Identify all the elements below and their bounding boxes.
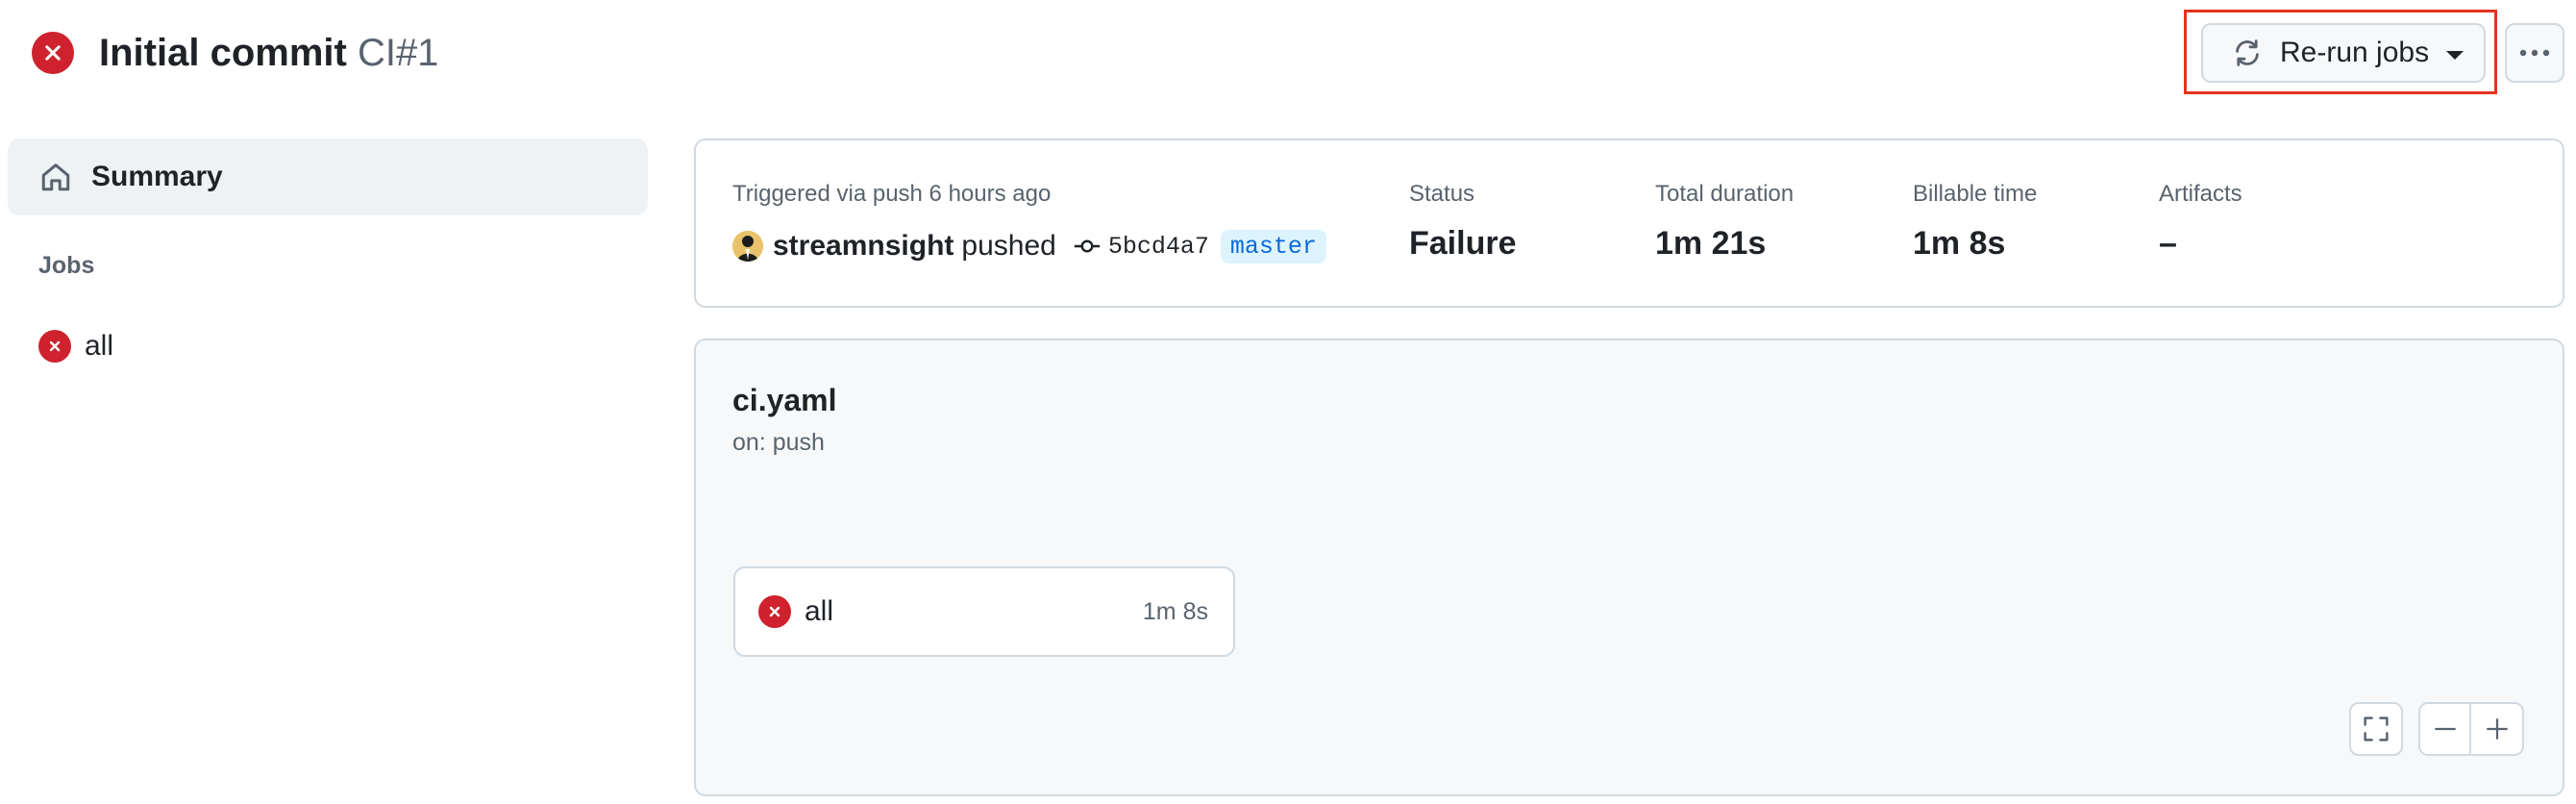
screen-full-icon — [2364, 716, 2389, 741]
jobs-heading: Jobs — [38, 252, 95, 279]
sidebar-item-summary[interactable]: Summary — [8, 138, 648, 215]
dash-icon — [2434, 727, 2456, 731]
run-summary-card — [694, 138, 2564, 308]
graph-job-node-all[interactable]: all 1m 8s — [733, 566, 1235, 657]
zoom-out-button[interactable] — [2418, 702, 2471, 756]
x-circle-fill-icon — [758, 595, 791, 628]
workflow-file-name: ci.yaml — [732, 383, 837, 417]
workflow-trigger: on: push — [732, 429, 825, 456]
billable-time-label: Billable time — [1913, 181, 2038, 207]
actor-link[interactable]: streamnsight — [773, 230, 954, 263]
total-duration-value[interactable]: 1m 21s — [1655, 225, 1766, 263]
commit-sha-link[interactable]: 5bcd4a7 — [1108, 233, 1209, 261]
failure-status-icon — [32, 32, 74, 74]
sidebar-job-label: all — [85, 330, 114, 362]
avatar[interactable] — [732, 231, 763, 262]
trigger-row: streamnsight pushed 5bcd4a7 master — [732, 227, 1326, 265]
graph-job-name: all — [805, 595, 834, 627]
rerun-jobs-button[interactable]: Re-run jobs — [2201, 23, 2486, 83]
fullscreen-button[interactable] — [2349, 702, 2403, 756]
sidebar-summary-label: Summary — [91, 161, 223, 192]
zoom-controls — [2418, 702, 2524, 756]
sidebar-item-job-all[interactable]: all — [19, 323, 634, 369]
artifacts-label: Artifacts — [2159, 181, 2242, 207]
rerun-jobs-label: Re-run jobs — [2280, 37, 2430, 68]
triangle-down-icon — [2446, 50, 2465, 60]
billable-time-value[interactable]: 1m 8s — [1913, 225, 2005, 263]
page-title: Initial commit CI#1 — [99, 27, 438, 79]
x-circle-fill-icon — [38, 330, 71, 363]
avatar-image — [732, 231, 763, 262]
artifacts-value: – — [2159, 225, 2177, 262]
actor-action: pushed — [961, 230, 1056, 262]
run-number: #1 — [395, 32, 439, 74]
status-label: Status — [1409, 181, 1475, 207]
graph-job-duration: 1m 8s — [1142, 597, 1208, 625]
x-icon — [45, 45, 61, 61]
workflow-name: CI — [357, 32, 396, 74]
git-commit-icon — [1074, 239, 1100, 253]
kebab-horizontal-icon — [2519, 49, 2550, 57]
home-icon — [41, 163, 70, 191]
total-duration-label: Total duration — [1655, 181, 1795, 207]
branch-label[interactable]: master — [1220, 229, 1326, 264]
status-value: Failure — [1409, 225, 1517, 262]
commit-title: Initial commit — [99, 32, 347, 74]
more-options-button[interactable] — [2505, 23, 2564, 83]
zoom-in-button[interactable] — [2471, 702, 2524, 756]
trigger-text: Triggered via push 6 hours ago — [732, 181, 1052, 207]
plus-icon — [2486, 718, 2508, 740]
sync-icon — [2236, 39, 2259, 66]
